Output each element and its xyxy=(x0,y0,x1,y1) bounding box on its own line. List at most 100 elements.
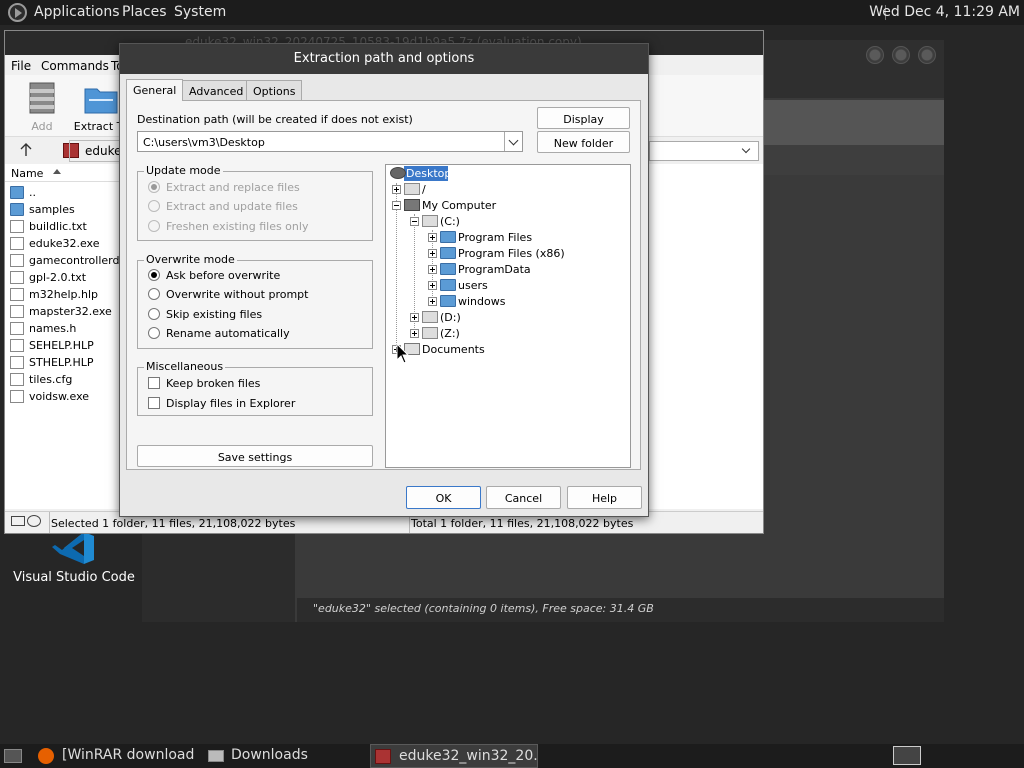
tree-item-program-files[interactable]: Program Files xyxy=(428,230,628,245)
drive-icon xyxy=(422,215,438,227)
tree-item-c-drive[interactable]: (C:) xyxy=(410,214,620,229)
task-label: [WinRAR download ... xyxy=(62,747,200,763)
menu-system[interactable]: System xyxy=(174,4,226,20)
folder-tree[interactable]: Desktop / My Computer (C:) Program Files… xyxy=(385,164,631,468)
vscode-label[interactable]: Visual Studio Code xyxy=(8,570,140,585)
menu-commands[interactable]: Commands xyxy=(41,59,109,73)
minimize-icon[interactable] xyxy=(866,46,884,64)
radio-overwrite-without-prompt[interactable] xyxy=(148,288,160,300)
task-downloads[interactable]: Downloads xyxy=(204,744,364,768)
menu-places[interactable]: Places xyxy=(122,4,167,20)
new-folder-button-label: New folder xyxy=(553,137,614,150)
tree-item-z-drive[interactable]: (Z:) xyxy=(410,326,620,341)
tree-item-users[interactable]: users xyxy=(428,278,628,293)
up-arrow-icon[interactable] xyxy=(19,143,33,157)
option-ask-before[interactable]: Ask before overwrite xyxy=(166,269,280,282)
menu-file[interactable]: File xyxy=(11,59,31,73)
file-icon xyxy=(10,237,24,250)
file-row[interactable]: buildlic.txt xyxy=(9,218,121,235)
display-button[interactable]: Display xyxy=(537,107,630,129)
file-name: eduke32.exe xyxy=(29,237,100,250)
mate-logo-icon[interactable] xyxy=(8,3,27,22)
expand-icon[interactable] xyxy=(428,233,437,242)
checkbox-keep-broken[interactable] xyxy=(148,377,160,389)
expand-icon[interactable] xyxy=(428,265,437,274)
add-button[interactable]: Add xyxy=(12,81,72,133)
tree-label: ProgramData xyxy=(458,263,531,276)
option-freshen: Freshen existing files only xyxy=(166,220,309,233)
folder-icon xyxy=(10,203,24,216)
file-row[interactable]: gamecontrollerd... xyxy=(9,252,121,269)
option-skip-existing[interactable]: Skip existing files xyxy=(166,308,262,321)
file-row[interactable]: tiles.cfg xyxy=(9,371,121,388)
task-winrar[interactable]: eduke32_win32_20... xyxy=(370,744,538,768)
address-field[interactable] xyxy=(69,140,123,162)
maximize-icon[interactable] xyxy=(892,46,910,64)
file-row[interactable]: mapster32.exe xyxy=(9,303,121,320)
tree-item-windows[interactable]: windows xyxy=(428,294,628,309)
cancel-button[interactable]: Cancel xyxy=(486,486,561,509)
checkbox-display-explorer[interactable] xyxy=(148,397,160,409)
radio-skip-existing[interactable] xyxy=(148,308,160,320)
expand-icon[interactable] xyxy=(428,297,437,306)
radio-ask-before[interactable] xyxy=(148,269,160,281)
file-row[interactable]: eduke32.exe xyxy=(9,235,121,252)
tab-advanced[interactable]: Advanced xyxy=(182,80,251,100)
help-label: Help xyxy=(591,492,618,505)
folder-icon xyxy=(10,186,24,199)
expand-icon[interactable] xyxy=(392,185,401,194)
expand-icon[interactable] xyxy=(428,281,437,290)
tree-item-d-drive[interactable]: (D:) xyxy=(410,310,620,325)
close-icon[interactable] xyxy=(918,46,936,64)
firefox-icon xyxy=(38,748,54,764)
update-mode-group: Update mode Extract and replace files Ex… xyxy=(137,164,373,241)
workspace-switcher-icon[interactable] xyxy=(893,746,921,765)
tab-general[interactable]: General xyxy=(126,79,184,101)
file-icon xyxy=(10,322,24,335)
tree-item-my-computer[interactable]: My Computer xyxy=(392,198,622,213)
destination-path-input[interactable]: C:\users\vm3\Desktop xyxy=(137,131,523,152)
file-row[interactable]: gpl-2.0.txt xyxy=(9,269,121,286)
help-button[interactable]: Help xyxy=(567,486,642,509)
ok-button[interactable]: OK xyxy=(406,486,481,509)
tree-item-desktop[interactable]: Desktop xyxy=(388,166,628,181)
file-row[interactable]: voidsw.exe xyxy=(9,388,121,405)
radio-freshen xyxy=(148,220,160,232)
expand-icon[interactable] xyxy=(410,313,419,322)
file-row[interactable]: names.h xyxy=(9,320,121,337)
collapse-icon[interactable] xyxy=(410,217,419,226)
cancel-label: Cancel xyxy=(504,492,543,505)
vscode-icon[interactable] xyxy=(50,530,98,566)
expand-icon[interactable] xyxy=(410,329,419,338)
file-row[interactable]: .. xyxy=(9,184,121,201)
collapse-icon[interactable] xyxy=(392,201,401,210)
name-column-header[interactable]: Name xyxy=(5,164,120,182)
tab-options[interactable]: Options xyxy=(246,80,303,100)
clock[interactable]: Wed Dec 4, 11:29 AM xyxy=(869,4,1020,20)
task-firefox[interactable]: [WinRAR download ... xyxy=(34,744,200,768)
file-row[interactable]: m32help.hlp xyxy=(9,286,121,303)
option-keep-broken[interactable]: Keep broken files xyxy=(166,377,260,390)
tree-item-documents[interactable]: Documents xyxy=(392,342,622,357)
option-rename[interactable]: Rename automatically xyxy=(166,327,290,340)
radio-rename[interactable] xyxy=(148,327,160,339)
show-desktop-icon[interactable] xyxy=(4,749,22,763)
tree-item-root[interactable]: / xyxy=(392,182,622,197)
address-dropdown[interactable] xyxy=(649,141,759,161)
file-row[interactable]: SEHELP.HLP xyxy=(9,337,121,354)
status-total: Total 1 folder, 11 files, 21,108,022 byt… xyxy=(411,517,634,530)
new-folder-button[interactable]: New folder xyxy=(537,131,630,153)
tree-item-programdata[interactable]: ProgramData xyxy=(428,262,628,277)
chevron-down-icon[interactable] xyxy=(504,132,522,151)
file-name: mapster32.exe xyxy=(29,305,112,318)
winrar-icon xyxy=(375,749,391,764)
expand-icon[interactable] xyxy=(428,249,437,258)
tree-item-program-files-x86[interactable]: Program Files (x86) xyxy=(428,246,628,261)
file-row[interactable]: STHELP.HLP xyxy=(9,354,121,371)
save-settings-button[interactable]: Save settings xyxy=(137,445,373,467)
file-name: voidsw.exe xyxy=(29,390,90,403)
option-display-explorer[interactable]: Display files in Explorer xyxy=(166,397,295,410)
option-overwrite-without-prompt[interactable]: Overwrite without prompt xyxy=(166,288,308,301)
file-row[interactable]: samples xyxy=(9,201,121,218)
menu-applications[interactable]: Applications xyxy=(34,4,120,20)
